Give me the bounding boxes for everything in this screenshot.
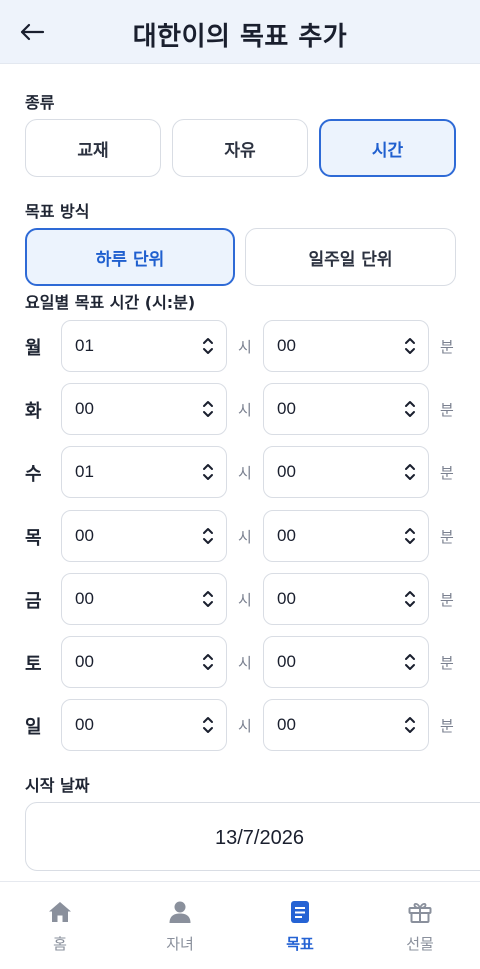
bottom-tab-bar: 홈 자녀 목표 선물	[0, 881, 480, 969]
hour-unit-label: 시	[238, 464, 252, 482]
minute-select[interactable]: 00	[263, 320, 429, 372]
minute-select[interactable]: 00	[263, 446, 429, 498]
day-label: 목	[25, 528, 42, 549]
minute-unit-label: 분	[440, 528, 454, 546]
minute-unit-label: 분	[440, 401, 454, 419]
minute-unit-label: 분	[440, 717, 454, 735]
hour-unit-label: 시	[238, 401, 252, 419]
hour-select[interactable]: 00	[61, 636, 227, 688]
chevron-updown-icon	[201, 335, 215, 357]
hour-select[interactable]: 01	[61, 320, 227, 372]
minute-value: 00	[277, 462, 296, 481]
hour-unit-label: 시	[238, 338, 252, 356]
document-icon	[291, 901, 309, 923]
hour-select[interactable]: 01	[61, 446, 227, 498]
start-date-label: 시작 날짜	[25, 776, 90, 795]
chevron-updown-icon	[403, 525, 417, 547]
minute-unit-label: 분	[440, 654, 454, 672]
chevron-updown-icon	[201, 588, 215, 610]
category-textbook-button[interactable]: 교재	[25, 119, 161, 177]
minute-unit-label: 분	[440, 464, 454, 482]
minute-select[interactable]: 00	[263, 699, 429, 751]
minute-unit-label: 분	[440, 338, 454, 356]
minute-value: 00	[277, 589, 296, 608]
minute-value: 00	[277, 399, 296, 418]
minute-value: 00	[277, 715, 296, 734]
method-daily-button[interactable]: 하루 단위	[25, 228, 235, 286]
day-label: 수	[25, 464, 42, 485]
chevron-updown-icon	[201, 461, 215, 483]
home-icon	[49, 902, 71, 922]
chevron-updown-icon	[403, 714, 417, 736]
start-date-value: 13/7/2026	[215, 827, 304, 849]
minute-value: 00	[277, 652, 296, 671]
chevron-updown-icon	[403, 398, 417, 420]
minute-select[interactable]: 00	[263, 510, 429, 562]
category-free-button[interactable]: 자유	[172, 119, 308, 177]
hour-unit-label: 시	[238, 591, 252, 609]
day-label: 월	[25, 338, 42, 359]
tab-goals[interactable]: 목표	[240, 882, 360, 969]
chevron-updown-icon	[201, 714, 215, 736]
start-date-field[interactable]: 13/7/2026	[25, 802, 480, 871]
minute-value: 00	[277, 336, 296, 355]
tab-gifts[interactable]: 선물	[360, 882, 480, 969]
person-icon	[169, 901, 191, 923]
hour-value: 00	[75, 399, 94, 418]
chevron-updown-icon	[403, 461, 417, 483]
method-weekly-button[interactable]: 일주일 단위	[245, 228, 456, 286]
tab-home[interactable]: 홈	[0, 882, 120, 969]
hour-unit-label: 시	[238, 654, 252, 672]
app-header: 대한이의 목표 추가	[0, 0, 480, 64]
hour-value: 00	[75, 652, 94, 671]
hour-value: 00	[75, 715, 94, 734]
tab-gifts-label: 선물	[406, 935, 434, 953]
chevron-updown-icon	[201, 651, 215, 673]
hour-value: 01	[75, 336, 94, 355]
hour-select[interactable]: 00	[61, 383, 227, 435]
hour-value: 01	[75, 462, 94, 481]
minute-select[interactable]: 00	[263, 383, 429, 435]
tab-home-label: 홈	[53, 935, 67, 953]
minute-value: 00	[277, 526, 296, 545]
chevron-updown-icon	[403, 588, 417, 610]
goal-method-label: 목표 방식	[25, 202, 90, 221]
day-label: 금	[25, 591, 42, 612]
hour-select[interactable]: 00	[61, 573, 227, 625]
category-label: 종류	[25, 93, 55, 112]
minute-unit-label: 분	[440, 591, 454, 609]
hour-unit-label: 시	[238, 528, 252, 546]
hour-value: 00	[75, 526, 94, 545]
day-label: 화	[25, 401, 42, 422]
hour-unit-label: 시	[238, 717, 252, 735]
category-time-button[interactable]: 시간	[319, 119, 456, 177]
chevron-updown-icon	[201, 398, 215, 420]
page-title: 대한이의 목표 추가	[132, 22, 348, 52]
day-label: 일	[25, 717, 42, 738]
hour-select[interactable]: 00	[61, 699, 227, 751]
chevron-updown-icon	[201, 525, 215, 547]
chevron-updown-icon	[403, 651, 417, 673]
minute-select[interactable]: 00	[263, 636, 429, 688]
tab-goals-label: 목표	[286, 935, 314, 953]
tab-children-label: 자녀	[166, 935, 194, 953]
chevron-updown-icon	[403, 335, 417, 357]
tab-children[interactable]: 자녀	[120, 882, 240, 969]
hour-select[interactable]: 00	[61, 510, 227, 562]
minute-select[interactable]: 00	[263, 573, 429, 625]
hour-value: 00	[75, 589, 94, 608]
daily-target-label: 요일별 목표 시간 (시:분)	[25, 293, 196, 312]
day-label: 토	[25, 654, 42, 675]
gift-icon	[408, 902, 432, 923]
